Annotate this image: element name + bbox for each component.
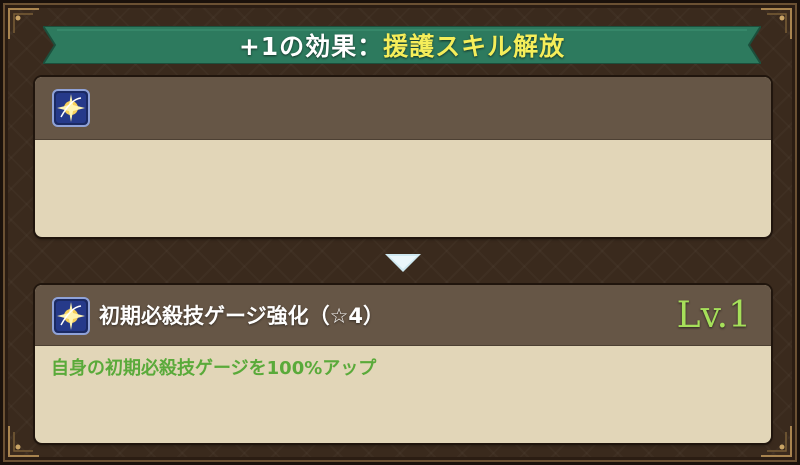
skill-panel-header: 初期必殺技ゲージ強化（☆4） Lv.1 (35, 285, 771, 346)
banner-highlight: 援護スキル解放 (383, 32, 566, 61)
corner-ornament (759, 7, 793, 41)
support-skill-icon (52, 297, 90, 335)
skill-panel-after: 初期必殺技ゲージ強化（☆4） Lv.1 自身の初期必殺技ゲージを100%アップ (35, 285, 771, 443)
popup-frame: +1の効果： 援護スキル解放 初期必殺技ゲージ強化（☆4） Lv.1 自身の初期… (0, 0, 800, 465)
corner-ornament (7, 7, 41, 41)
support-skill-icon (52, 89, 90, 127)
skill-description: 自身の初期必殺技ゲージを100%アップ (51, 358, 377, 379)
down-triangle-icon (385, 254, 421, 272)
effect-banner: +1の効果： 援護スキル解放 (43, 26, 761, 64)
skill-name: 初期必殺技ゲージ強化（☆4） (99, 304, 385, 328)
skill-panel-before (35, 77, 771, 237)
skill-level: Lv.1 (676, 294, 751, 336)
banner-title: +1の効果： 援護スキル解放 (43, 26, 761, 64)
skill-panel-header (35, 77, 771, 140)
banner-prefix: +1の効果： (238, 32, 384, 61)
